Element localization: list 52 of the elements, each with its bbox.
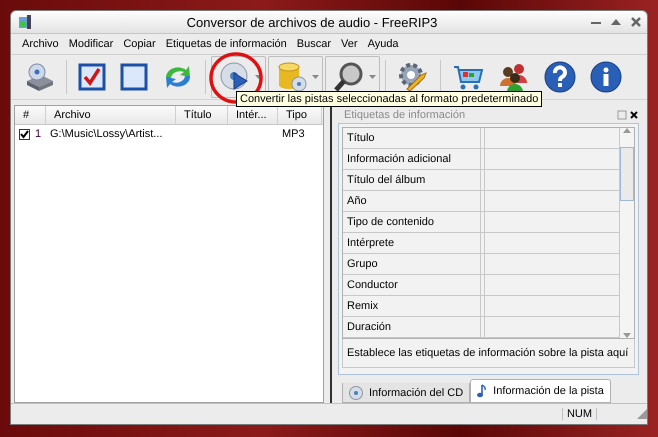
scrollbar[interactable]: [619, 128, 634, 338]
num-lock-indicator: NUM: [562, 408, 597, 420]
info-icon: [590, 61, 622, 93]
database-disc-icon: [276, 61, 308, 93]
scrollbar-thumb[interactable]: [620, 147, 634, 201]
field-label: Remix: [343, 296, 481, 316]
field-label: Grupo: [343, 254, 481, 274]
close-icon[interactable]: [629, 110, 639, 120]
file-type: MP3: [281, 128, 306, 140]
gear-wrench-icon: [397, 61, 429, 93]
people-group-icon: [498, 61, 530, 93]
row-checkbox[interactable]: [19, 128, 30, 140]
help-icon: [544, 61, 576, 93]
dropdown-caret-icon: [255, 75, 262, 79]
menu-item[interactable]: Modificar: [64, 38, 118, 50]
field-label: Conductor: [343, 275, 481, 295]
music-note-icon: [477, 384, 488, 398]
dropdown-caret-icon: [312, 75, 319, 79]
tooltip: Convertir las pistas seleccionadas al formato predeterminado: [236, 91, 542, 107]
field-label: Año: [343, 191, 481, 211]
field-label: Intérprete: [343, 233, 481, 253]
menu-item[interactable]: Etiquetas de información: [160, 38, 292, 50]
column-header[interactable]: Archivo: [46, 106, 176, 124]
field-label: Duración: [343, 317, 481, 337]
resize-grip-icon[interactable]: [637, 409, 647, 419]
track-number: 1: [35, 128, 42, 140]
panel-title: Etiquetas de información: [343, 109, 466, 121]
field-label: Tipo de contenido: [343, 212, 481, 232]
window-title: Conversor de archivos de audio - FreeRIP3: [186, 14, 438, 30]
menu-item[interactable]: Ver: [336, 38, 363, 50]
checkbox-empty-icon: [120, 63, 148, 91]
column-header[interactable]: #: [15, 106, 46, 124]
field-label: Título del álbum: [343, 170, 481, 190]
checkbox-checked-icon: [78, 63, 106, 91]
panel-description: Establece las etiquetas de información sobre la pista aquí: [342, 339, 635, 368]
scroll-up-icon[interactable]: [623, 128, 631, 133]
search-icon: [333, 61, 365, 93]
file-path: G:\Music\Lossy\Artist...: [49, 128, 164, 140]
column-header[interactable]: Título: [176, 106, 228, 124]
maximize-icon[interactable]: [611, 17, 621, 27]
cd-icon: [349, 386, 363, 400]
panel-tab[interactable]: Información de la pista: [470, 379, 611, 403]
field-label: Información adicional: [343, 149, 481, 169]
scroll-down-icon[interactable]: [623, 333, 631, 338]
app-icon: [17, 14, 33, 30]
field-label: Título: [343, 128, 481, 148]
menu-item[interactable]: Archivo: [17, 38, 64, 50]
dropdown-caret-icon: [369, 75, 376, 79]
menu-item[interactable]: Buscar: [292, 38, 336, 50]
panel-tab[interactable]: Información del CD: [342, 383, 470, 403]
menu-item[interactable]: Copiar: [118, 38, 161, 50]
menu-item[interactable]: Ayuda: [362, 38, 404, 50]
